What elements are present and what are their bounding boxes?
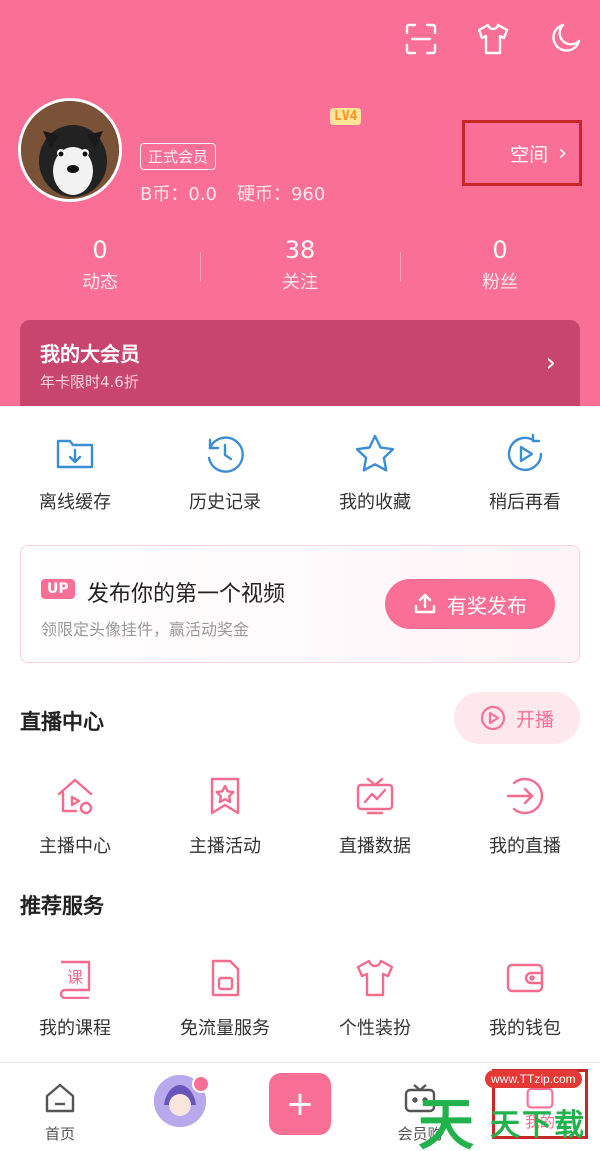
activity-star-icon bbox=[195, 770, 255, 822]
tool-label: 我的直播 bbox=[489, 836, 561, 857]
profile-tv-icon bbox=[526, 1083, 554, 1109]
live-data-item[interactable]: 直播数据 bbox=[300, 770, 450, 858]
start-live-button[interactable]: 开播 bbox=[454, 692, 580, 744]
service-label: 我的课程 bbox=[39, 1018, 111, 1039]
vip-subtitle: 年卡限时4.6折 bbox=[40, 373, 139, 391]
live-center-title: 直播中心 bbox=[20, 710, 104, 734]
user-avatar[interactable] bbox=[18, 98, 122, 202]
download-folder-icon bbox=[45, 426, 105, 482]
nav-home[interactable]: 首页 bbox=[0, 1063, 120, 1151]
tool-label: 主播中心 bbox=[39, 836, 111, 857]
upload-icon bbox=[414, 593, 436, 614]
live-avatar bbox=[154, 1075, 210, 1127]
space-link-button[interactable]: 空间 › bbox=[462, 120, 582, 186]
live-indicator-icon bbox=[192, 1075, 210, 1093]
stat-number: 38 bbox=[284, 236, 316, 264]
offline-cache-item[interactable]: 离线缓存 bbox=[0, 420, 150, 514]
anchor-center-item[interactable]: 主播中心 bbox=[0, 770, 150, 858]
chevron-right-icon: › bbox=[558, 140, 567, 166]
stat-label: 动态 bbox=[82, 272, 118, 293]
profile-stats: 0 动态 38 关注 0 粉丝 bbox=[0, 236, 600, 294]
quick-actions: 离线缓存 历史记录 我的收藏 稍后再看 bbox=[0, 420, 600, 514]
coin-balance: 硬币：960 bbox=[236, 184, 326, 205]
quick-label: 稍后再看 bbox=[489, 492, 561, 513]
recommended-services-title: 推荐服务 bbox=[20, 894, 104, 918]
tshirt-dress-up-icon[interactable] bbox=[474, 20, 512, 58]
stat-followers[interactable]: 0 粉丝 bbox=[400, 236, 600, 294]
b-coin-balance: B币：0.0 bbox=[140, 184, 217, 205]
history-clock-icon bbox=[195, 426, 255, 482]
shopping-tv-icon bbox=[360, 1071, 480, 1115]
svg-text:课: 课 bbox=[67, 968, 83, 987]
night-mode-moon-icon[interactable] bbox=[546, 20, 584, 58]
service-label: 我的钱包 bbox=[489, 1018, 561, 1039]
bottom-navigation: 首页 + 会员购 我的 bbox=[0, 1062, 600, 1151]
plus-icon[interactable]: + bbox=[269, 1073, 331, 1135]
quick-label: 离线缓存 bbox=[39, 492, 111, 513]
top-toolbar bbox=[402, 20, 584, 58]
stat-number: 0 bbox=[492, 236, 508, 264]
upload-button-label: 有奖发布 bbox=[447, 593, 527, 618]
level-badge: LV4 bbox=[330, 108, 362, 125]
home-icon bbox=[0, 1071, 120, 1115]
dress-up-item[interactable]: 个性装扮 bbox=[300, 952, 450, 1040]
tv-chart-icon bbox=[345, 770, 405, 822]
my-live-item[interactable]: 我的直播 bbox=[450, 770, 600, 858]
wallet-icon bbox=[495, 952, 555, 1004]
member-badge: 正式会员 bbox=[140, 143, 217, 170]
vip-membership-card[interactable]: 我的大会员 年卡限时4.6折 › bbox=[20, 320, 580, 406]
nav-live[interactable] bbox=[120, 1063, 240, 1151]
favorites-item[interactable]: 我的收藏 bbox=[300, 420, 450, 514]
course-book-icon: 课 bbox=[45, 952, 105, 1004]
start-live-label: 开播 bbox=[515, 708, 554, 731]
anchor-activity-item[interactable]: 主播活动 bbox=[150, 770, 300, 858]
up-tag: UP bbox=[41, 579, 75, 599]
scan-icon[interactable] bbox=[402, 20, 440, 58]
nav-me[interactable]: 我的 bbox=[480, 1063, 600, 1151]
nav-mall[interactable]: 会员购 bbox=[360, 1063, 480, 1151]
anchor-home-icon bbox=[45, 770, 105, 822]
nav-label: 我的 bbox=[524, 1113, 555, 1131]
nav-me-highlight[interactable]: 我的 bbox=[492, 1069, 588, 1139]
free-data-item[interactable]: 免流量服务 bbox=[150, 952, 300, 1040]
tool-label: 主播活动 bbox=[189, 836, 261, 857]
stat-dynamics[interactable]: 0 动态 bbox=[0, 236, 200, 294]
stat-following[interactable]: 38 关注 bbox=[200, 236, 400, 294]
upload-subtitle: 领限定头像挂件，赢活动奖金 bbox=[41, 620, 250, 639]
watch-later-item[interactable]: 稍后再看 bbox=[450, 420, 600, 514]
stat-number: 0 bbox=[92, 236, 108, 264]
enter-arrow-icon bbox=[495, 770, 555, 822]
reward-upload-button[interactable]: 有奖发布 bbox=[385, 579, 555, 629]
services-grid: 课 我的课程 免流量服务 个性装扮 我的钱包 bbox=[0, 952, 600, 1040]
vip-title: 我的大会员 bbox=[40, 342, 140, 366]
coin-balances: B币：0.0 硬币：960 bbox=[140, 180, 325, 206]
wallet-item[interactable]: 我的钱包 bbox=[450, 952, 600, 1040]
my-courses-item[interactable]: 课 我的课程 bbox=[0, 952, 150, 1040]
live-tools: 主播中心 主播活动 直播数据 我的直播 bbox=[0, 770, 600, 858]
stat-label: 粉丝 bbox=[482, 272, 518, 293]
tool-label: 直播数据 bbox=[339, 836, 411, 857]
service-label: 个性装扮 bbox=[339, 1018, 411, 1039]
nav-publish[interactable]: + bbox=[240, 1063, 360, 1151]
history-item[interactable]: 历史记录 bbox=[150, 420, 300, 514]
nav-label: 会员购 bbox=[397, 1125, 443, 1143]
nav-label: 首页 bbox=[44, 1125, 75, 1143]
watch-later-icon bbox=[495, 426, 555, 482]
quick-label: 历史记录 bbox=[189, 492, 261, 513]
space-label: 空间 bbox=[510, 143, 549, 166]
stat-label: 关注 bbox=[282, 272, 318, 293]
star-icon bbox=[345, 426, 405, 482]
service-label: 免流量服务 bbox=[180, 1018, 270, 1039]
chevron-right-icon: › bbox=[545, 348, 556, 378]
first-upload-card[interactable]: UP 发布你的第一个视频 领限定头像挂件，赢活动奖金 有奖发布 bbox=[20, 545, 580, 663]
upload-title: 发布你的第一个视频 bbox=[87, 582, 286, 607]
play-circle-icon bbox=[480, 705, 506, 731]
profile-header: LV4 正式会员 B币：0.0 硬币：960 空间 › 0 动态 38 关注 0… bbox=[0, 0, 600, 406]
quick-label: 我的收藏 bbox=[339, 492, 411, 513]
tshirt-icon bbox=[345, 952, 405, 1004]
sim-card-icon bbox=[195, 952, 255, 1004]
